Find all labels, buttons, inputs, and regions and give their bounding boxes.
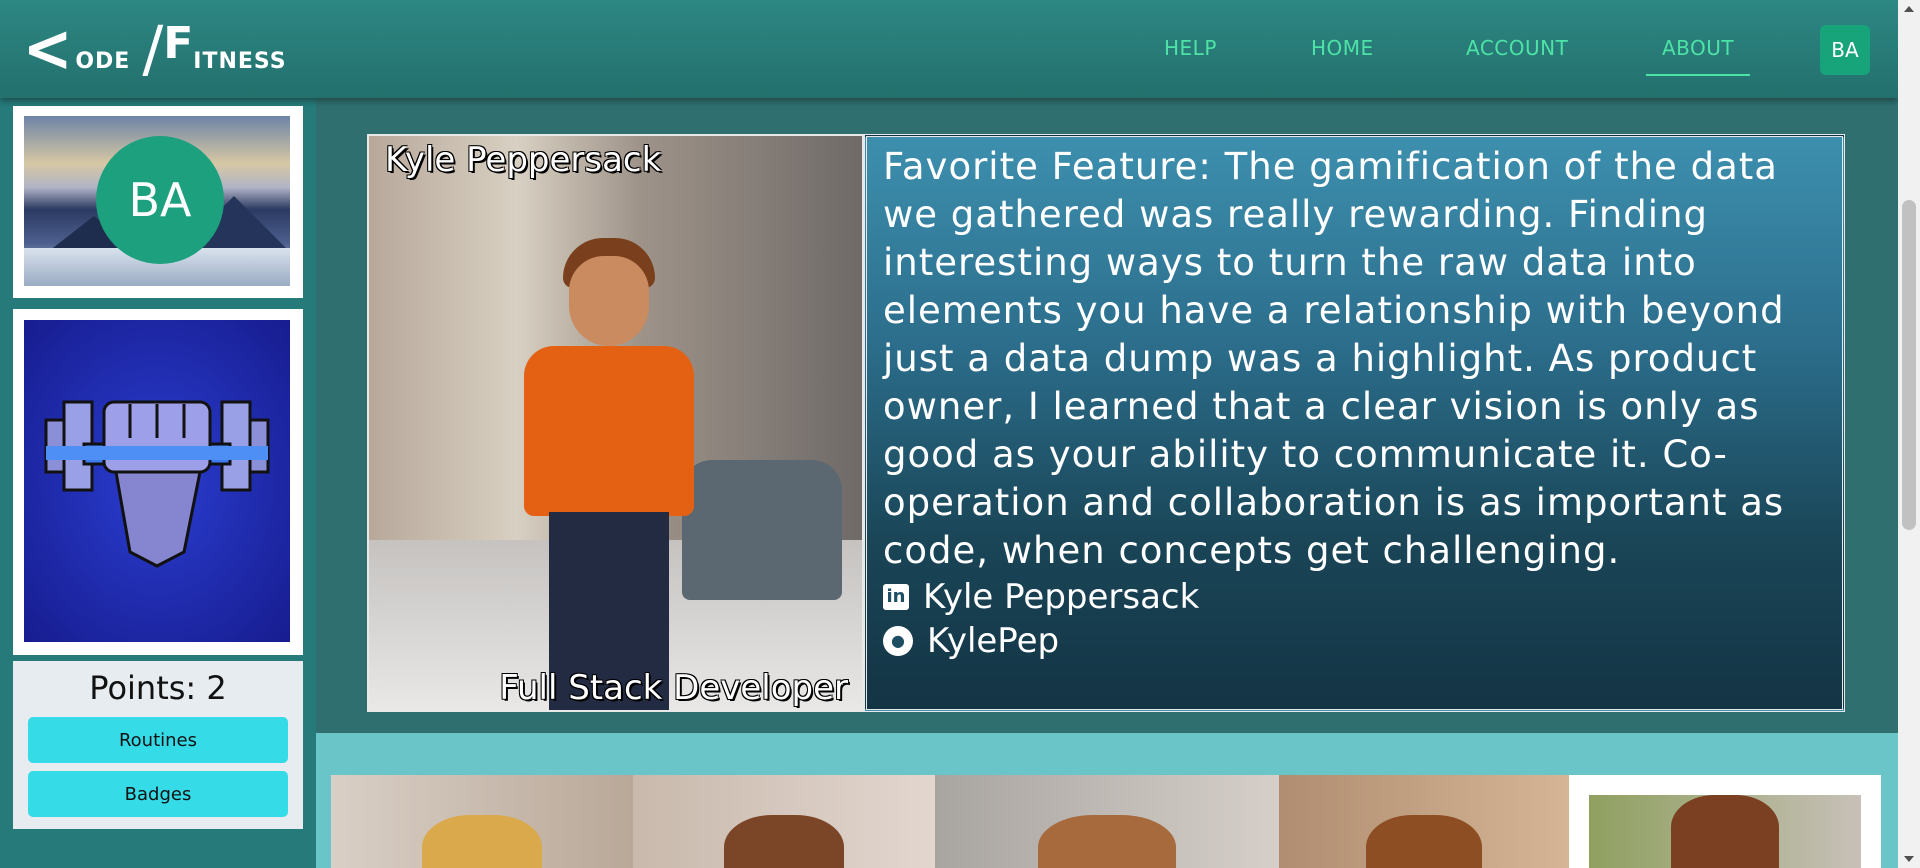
about-main: Kyle Peppersack Full Stack Developer Fav…: [316, 98, 1898, 868]
page-scrollbar[interactable]: [1898, 0, 1920, 868]
member-role: Full Stack Developer: [499, 668, 848, 708]
team-thumbnail[interactable]: [1569, 775, 1881, 868]
github-icon: ●: [883, 626, 913, 656]
badges-button[interactable]: Badges: [28, 771, 288, 817]
linkedin-label: Kyle Peppersack: [923, 577, 1200, 617]
github-link[interactable]: ● KylePep: [883, 619, 1826, 663]
member-name: Kyle Peppersack: [385, 140, 662, 180]
nav-account[interactable]: ACCOUNT: [1466, 36, 1568, 60]
logo-slash: /: [142, 12, 164, 85]
code-fitness-logo[interactable]: < ODE / F ITNESS: [20, 10, 287, 87]
team-member-profile: Kyle Peppersack Full Stack Developer Fav…: [367, 134, 1845, 712]
fist-dumbbell-icon: [24, 320, 290, 642]
points-label: Points: 2: [89, 669, 227, 707]
badge-card: [13, 309, 303, 655]
team-thumbnail[interactable]: [935, 775, 1279, 868]
user-avatar-button[interactable]: BA: [1820, 25, 1870, 75]
routines-button[interactable]: Routines: [28, 717, 288, 763]
team-thumbnail[interactable]: [1279, 775, 1569, 868]
nav-home[interactable]: HOME: [1311, 36, 1374, 60]
sidebar-avatar: BA: [96, 136, 224, 264]
logo-chevron: <: [22, 10, 73, 87]
linkedin-icon: in: [883, 584, 909, 610]
scroll-thumb[interactable]: [1902, 200, 1916, 530]
team-thumbnail[interactable]: [331, 775, 633, 868]
team-thumbnail[interactable]: [633, 775, 935, 868]
member-bio-panel: Favorite Feature: The gamification of th…: [864, 134, 1845, 712]
logo-text-itness: ITNESS: [193, 49, 287, 74]
nav-about[interactable]: ABOUT: [1646, 36, 1751, 76]
nav-help[interactable]: HELP: [1164, 36, 1217, 60]
points-card: Points: 2 Routines Badges: [13, 661, 303, 829]
logo-text-ode: ODE: [75, 49, 131, 74]
sidebar: BA Points: 2 Routines Badges: [0, 98, 316, 868]
team-carousel: [316, 733, 1898, 868]
linkedin-link[interactable]: in Kyle Peppersack: [883, 575, 1826, 619]
github-label: KylePep: [927, 621, 1060, 661]
logo-f: F: [163, 18, 194, 69]
app-header: < ODE / F ITNESS HELP HOME ACCOUNT ABOUT…: [0, 0, 1898, 98]
profile-banner-image: BA: [24, 116, 290, 286]
scroll-up-icon[interactable]: [1904, 6, 1914, 12]
member-bio-text: Favorite Feature: The gamification of th…: [883, 145, 1785, 572]
profile-card: BA: [13, 106, 303, 298]
scroll-down-icon[interactable]: [1904, 856, 1914, 862]
member-photo: Kyle Peppersack Full Stack Developer: [367, 134, 864, 712]
